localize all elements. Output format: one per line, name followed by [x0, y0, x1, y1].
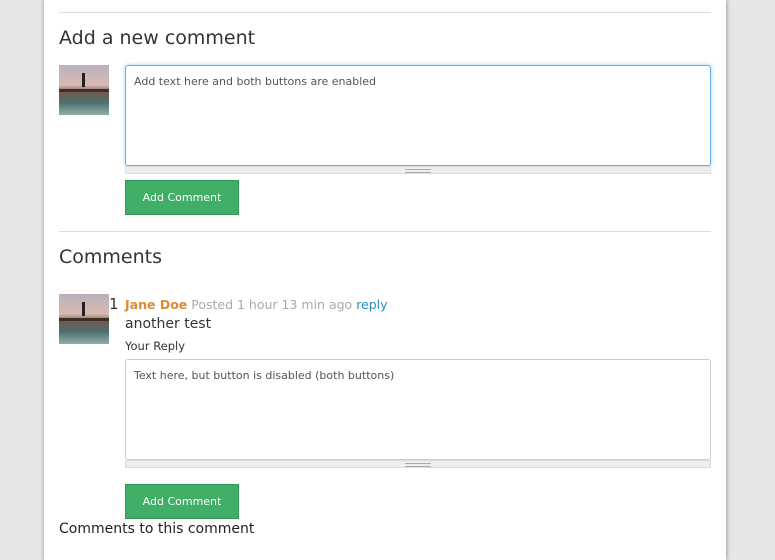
- comment-text: another test: [125, 316, 212, 332]
- comments-heading: Comments: [59, 246, 162, 268]
- new-comment-textarea[interactable]: Add text here and both buttons are enabl…: [125, 65, 711, 166]
- comment-number: 1: [109, 295, 119, 313]
- commenter-avatar: [59, 294, 109, 344]
- reply-link[interactable]: reply: [356, 297, 387, 312]
- content-panel: Add a new comment Add text here and both…: [44, 0, 726, 560]
- add-comment-button[interactable]: Add Comment: [125, 180, 239, 215]
- comment-meta: Jane Doe Posted 1 hour 13 min ago reply: [125, 297, 388, 312]
- add-reply-button[interactable]: Add Comment: [125, 484, 239, 519]
- reply-textarea[interactable]: Text here, but button is disabled (both …: [125, 359, 711, 460]
- resize-grip[interactable]: [125, 166, 711, 174]
- add-comment-heading: Add a new comment: [59, 27, 256, 49]
- comment-author: Jane Doe: [125, 297, 188, 312]
- subcomments-heading: Comments to this comment: [59, 521, 255, 537]
- resize-grip[interactable]: [125, 460, 711, 468]
- divider: [59, 12, 711, 13]
- user-avatar: [59, 65, 109, 115]
- comment-timestamp: Posted 1 hour 13 min ago: [191, 297, 353, 312]
- reply-label: Your Reply: [125, 339, 186, 353]
- divider: [59, 231, 711, 232]
